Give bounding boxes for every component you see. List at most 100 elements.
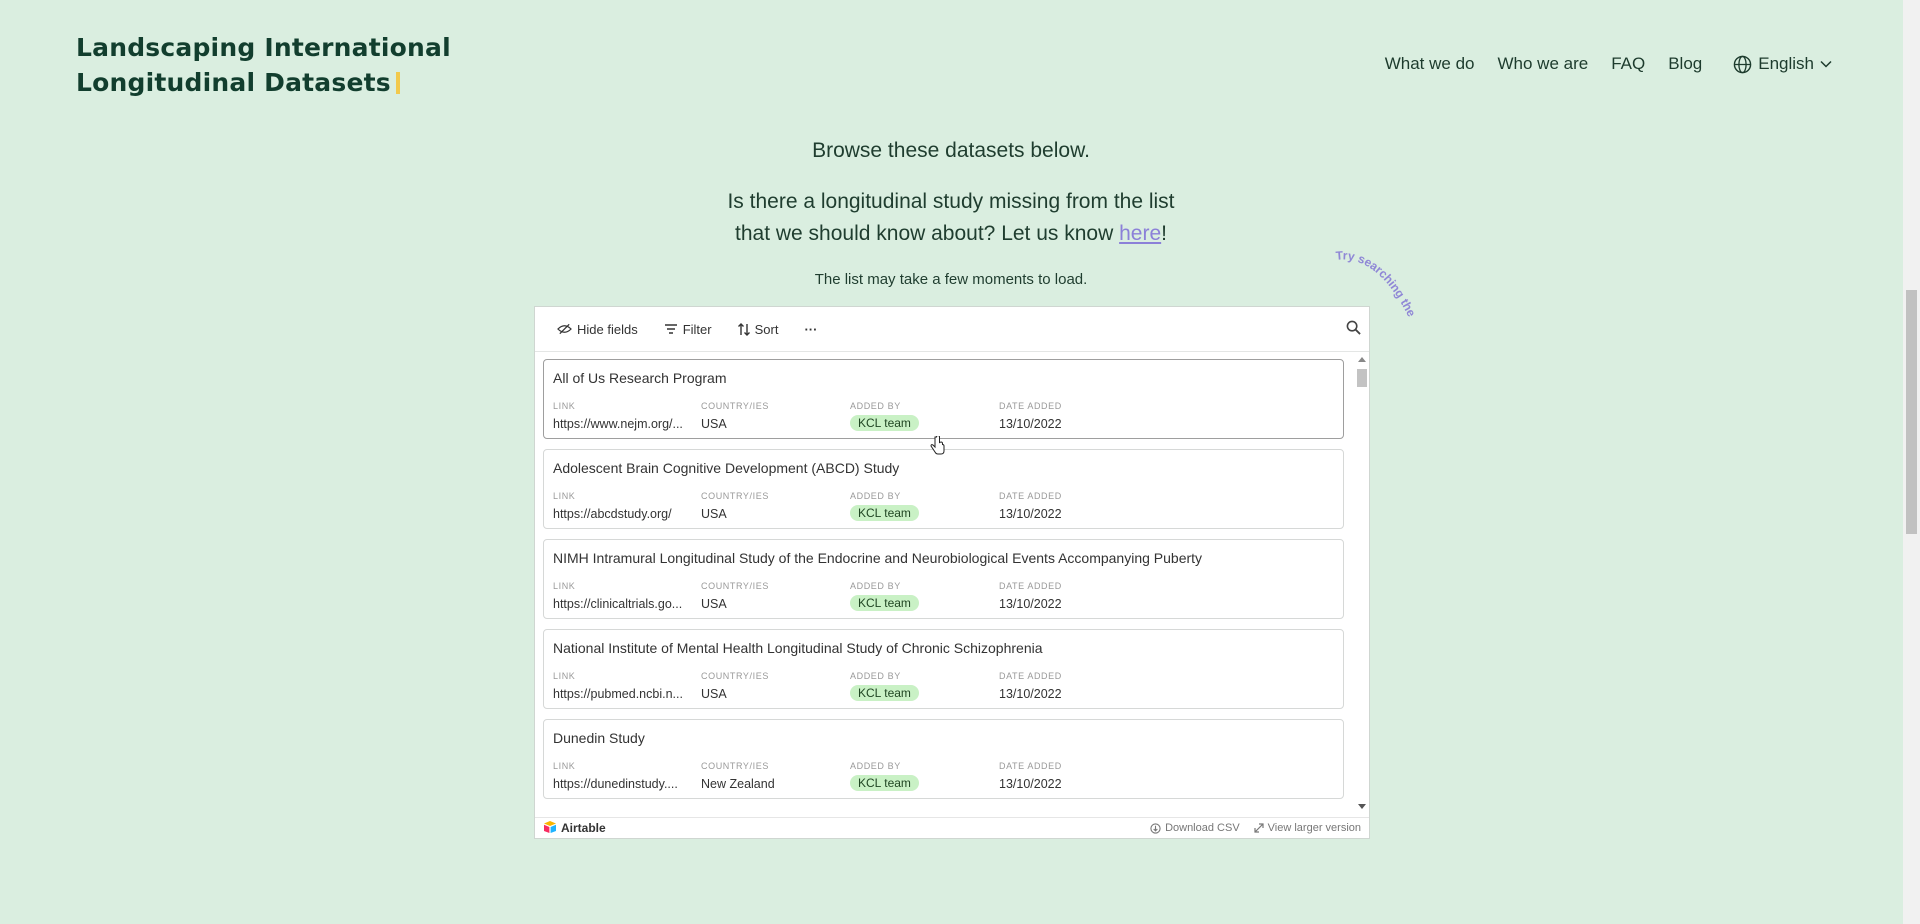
more-icon: ··· — [804, 321, 818, 337]
mouse-pointer-icon — [930, 436, 945, 455]
download-csv-link[interactable]: Download CSV — [1150, 822, 1240, 834]
scroll-up-arrow[interactable] — [1358, 357, 1366, 362]
record-date: 13/10/2022 — [999, 507, 1062, 521]
sort-label: Sort — [754, 321, 779, 337]
record-date: 13/10/2022 — [999, 777, 1062, 791]
chevron-down-icon — [1820, 60, 1832, 68]
list-item[interactable]: NIMH Intramural Longitudinal Study of th… — [543, 539, 1344, 619]
record-title: NIMH Intramural Longitudinal Study of th… — [553, 550, 1203, 566]
record-country: USA — [701, 417, 727, 431]
nav-what-we-do[interactable]: What we do — [1385, 54, 1475, 74]
list-item[interactable]: National Institute of Mental Health Long… — [543, 629, 1344, 709]
record-date: 13/10/2022 — [999, 687, 1062, 701]
sort-icon — [737, 322, 750, 336]
globe-icon — [1733, 55, 1752, 74]
filter-icon — [664, 323, 678, 335]
record-title: Dunedin Study — [553, 730, 645, 746]
hide-fields-button[interactable]: Hide fields — [551, 318, 644, 341]
column-label: COUNTRY/IES — [701, 671, 769, 681]
browse-text: Browse these datasets below. — [812, 139, 1090, 162]
added-by-tag: KCL team — [850, 775, 919, 791]
page-scrollbar[interactable] — [1903, 0, 1920, 924]
record-title: Adolescent Brain Cognitive Development (… — [553, 460, 900, 476]
download-csv-label: Download CSV — [1165, 822, 1240, 834]
missing-study-text: Is there a longitudinal study missing fr… — [0, 186, 1902, 250]
column-label: COUNTRY/IES — [701, 761, 769, 771]
column-label: ADDED BY — [850, 401, 901, 411]
language-selector[interactable]: English — [1733, 54, 1832, 74]
added-by-tag: KCL team — [850, 595, 919, 611]
record-country: USA — [701, 507, 727, 521]
added-by-tag: KCL team — [850, 505, 919, 521]
column-label: DATE ADDED — [999, 671, 1062, 681]
missing-study-line2: that we should know about? Let us know — [735, 222, 1120, 245]
added-by-tag: KCL team — [850, 415, 919, 431]
airtable-icon — [543, 820, 557, 836]
column-label: COUNTRY/IES — [701, 581, 769, 591]
eye-slash-icon — [557, 323, 572, 335]
sort-button[interactable]: Sort — [732, 318, 785, 341]
column-label: ADDED BY — [850, 671, 901, 681]
download-icon — [1150, 822, 1161, 834]
column-label: ADDED BY — [850, 581, 901, 591]
column-label: ADDED BY — [850, 491, 901, 501]
record-date: 13/10/2022 — [999, 417, 1062, 431]
column-label: LINK — [553, 581, 576, 591]
record-country: USA — [701, 687, 727, 701]
column-label: ADDED BY — [850, 761, 901, 771]
record-country: USA — [701, 597, 727, 611]
list-item[interactable]: Adolescent Brain Cognitive Development (… — [543, 449, 1344, 529]
filter-label: Filter — [682, 321, 712, 337]
column-label: LINK — [553, 671, 576, 681]
site-title-line2: Longitudinal Datasets — [76, 68, 391, 97]
airtable-embed: Hide fields Filter Sort ··· All of Us Re… — [534, 306, 1370, 839]
list-scrollbar[interactable] — [1355, 357, 1369, 809]
column-label: DATE ADDED — [999, 491, 1062, 501]
main-nav: What we do Who we are FAQ Blog English — [1385, 54, 1832, 74]
column-label: DATE ADDED — [999, 581, 1062, 591]
column-label: DATE ADDED — [999, 401, 1062, 411]
record-link: https://www.nejm.org/... — [553, 417, 683, 431]
filter-button[interactable]: Filter — [658, 318, 718, 341]
expand-icon — [1254, 823, 1264, 833]
column-label: DATE ADDED — [999, 761, 1062, 771]
airtable-label: Airtable — [561, 821, 606, 835]
list-scroll-thumb[interactable] — [1357, 369, 1367, 387]
record-link: https://dunedinstudy.... — [553, 777, 678, 791]
view-larger-label: View larger version — [1267, 822, 1361, 834]
nav-faq[interactable]: FAQ — [1611, 54, 1645, 74]
contact-here-link[interactable]: here — [1119, 222, 1161, 245]
column-label: LINK — [553, 761, 576, 771]
column-label: COUNTRY/IES — [701, 491, 769, 501]
column-label: COUNTRY/IES — [701, 401, 769, 411]
search-icon[interactable] — [1346, 320, 1361, 338]
nav-who-we-are[interactable]: Who we are — [1497, 54, 1588, 74]
hide-fields-label: Hide fields — [577, 321, 638, 337]
list-item[interactable]: Dunedin Study LINK https://dunedinstudy..… — [543, 719, 1344, 799]
site-title[interactable]: Landscaping International Longitudinal D… — [76, 30, 451, 100]
title-accent-bar — [395, 72, 400, 94]
page-scroll-thumb[interactable] — [1906, 290, 1917, 534]
more-options-button[interactable]: ··· — [798, 318, 823, 341]
airtable-logo[interactable]: Airtable — [543, 820, 606, 836]
dataset-list: All of Us Research Program LINK https://w… — [543, 359, 1344, 805]
column-label: LINK — [553, 401, 576, 411]
record-title: All of Us Research Program — [553, 370, 727, 386]
record-link: https://clinicaltrials.go... — [553, 597, 683, 611]
record-link: https://pubmed.ncbi.n... — [553, 687, 683, 701]
record-date: 13/10/2022 — [999, 597, 1062, 611]
airtable-footer: Airtable Download CSV View larger versio… — [535, 817, 1369, 838]
airtable-toolbar: Hide fields Filter Sort ··· — [535, 307, 1369, 352]
missing-study-line1: Is there a longitudinal study missing fr… — [727, 190, 1175, 213]
language-label: English — [1758, 54, 1814, 73]
added-by-tag: KCL team — [850, 685, 919, 701]
scroll-down-arrow[interactable] — [1358, 804, 1366, 809]
site-title-line1: Landscaping International — [76, 33, 451, 62]
load-note: The list may take a few moments to load. — [814, 271, 1088, 288]
nav-blog[interactable]: Blog — [1668, 54, 1702, 74]
record-title: National Institute of Mental Health Long… — [553, 640, 1043, 656]
view-larger-link[interactable]: View larger version — [1254, 822, 1361, 834]
record-link: https://abcdstudy.org/ — [553, 507, 672, 521]
missing-study-suffix: ! — [1161, 222, 1167, 245]
list-item[interactable]: All of Us Research Program LINK https://w… — [543, 359, 1344, 439]
